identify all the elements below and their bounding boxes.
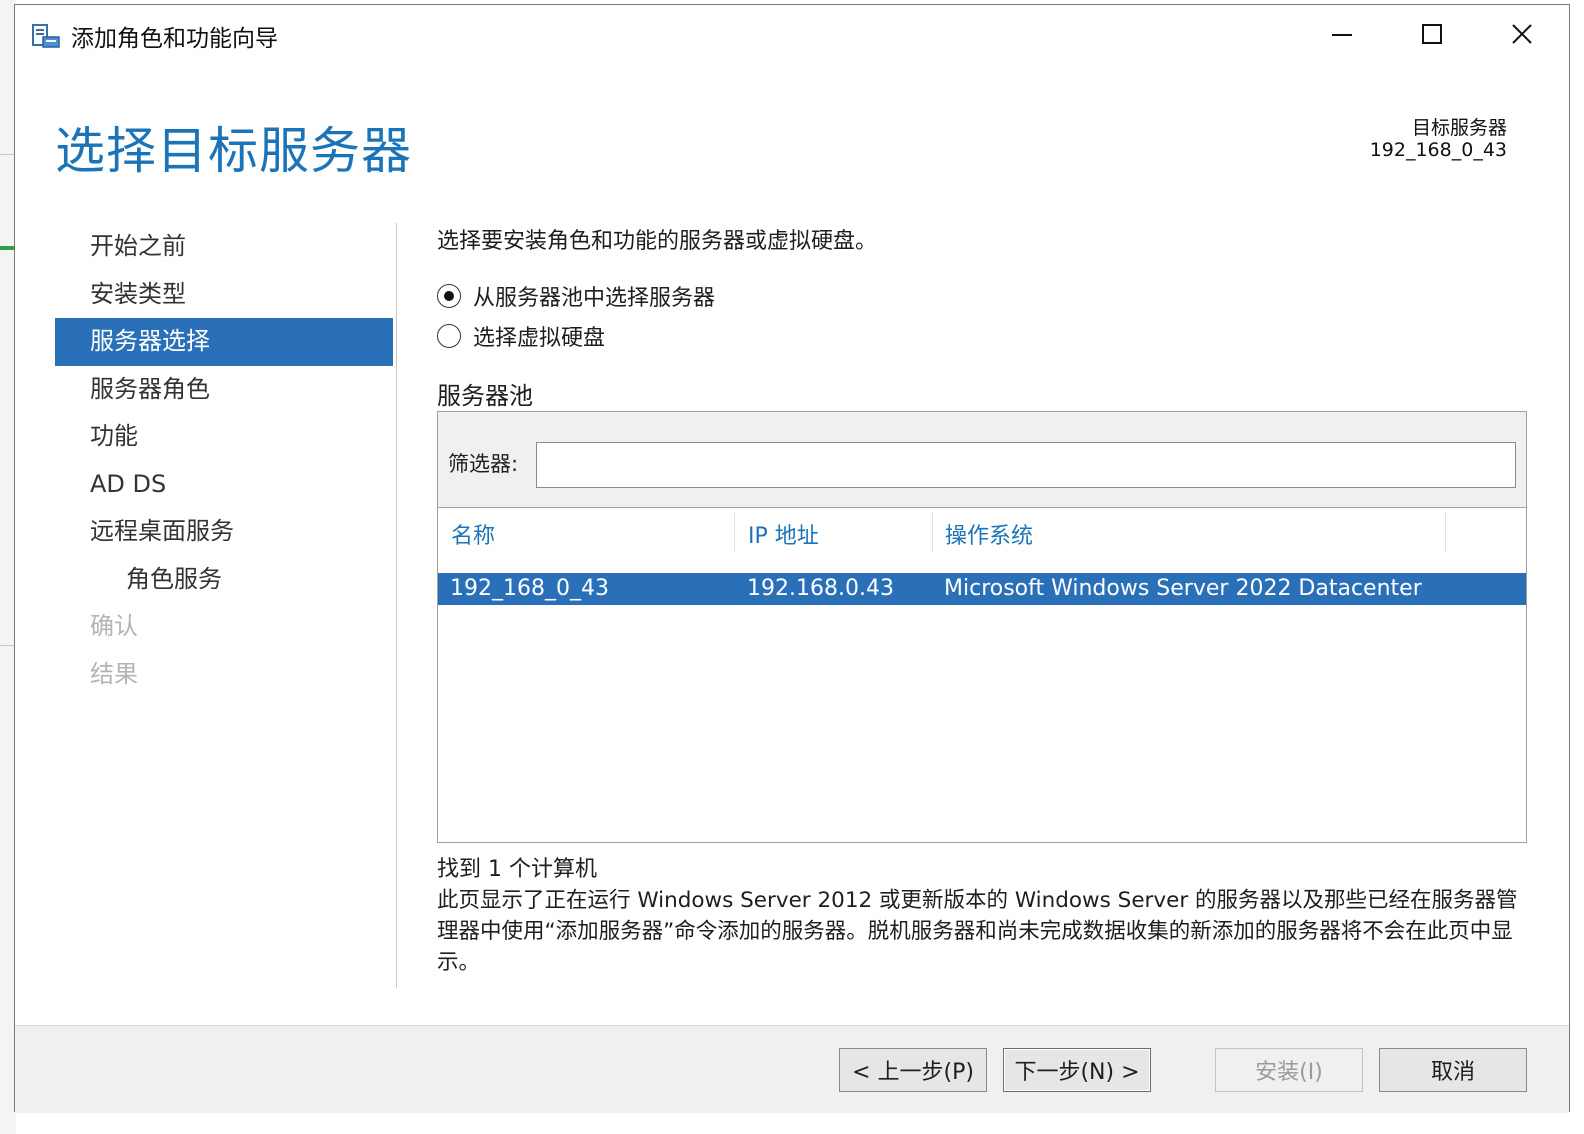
cell-ip: 192.168.0.43 bbox=[747, 576, 894, 601]
option-label: 从服务器池中选择服务器 bbox=[473, 286, 716, 311]
option-virtual-hard-disk[interactable]: 选择虚拟硬盘 bbox=[437, 320, 605, 352]
wizard-footer: < 上一步(P) 下一步(N) > 安装(I) 取消 bbox=[15, 1025, 1569, 1113]
wizard-window: 添加角色和功能向导 选择目标服务器 目标服务器 192_168_0_43 开始之… bbox=[14, 4, 1570, 1113]
table-row[interactable]: 192_168_0_43 192.168.0.43 Microsoft Wind… bbox=[438, 573, 1526, 605]
target-server-label: 目标服务器 bbox=[1411, 117, 1507, 139]
minimize-icon bbox=[1332, 34, 1352, 36]
nav-item-remote-desktop-services[interactable]: 远程桌面服务 bbox=[55, 508, 393, 556]
title-bar[interactable]: 添加角色和功能向导 bbox=[15, 5, 1569, 63]
option-label: 选择虚拟硬盘 bbox=[473, 326, 606, 351]
next-button[interactable]: 下一步(N) > bbox=[1003, 1048, 1151, 1092]
radio-button[interactable] bbox=[437, 324, 461, 348]
nav-item-features[interactable]: 功能 bbox=[55, 413, 393, 461]
column-separator[interactable] bbox=[1445, 512, 1446, 552]
install-button: 安装(I) bbox=[1215, 1048, 1363, 1092]
nav-item-server-roles[interactable]: 服务器角色 bbox=[55, 366, 393, 414]
server-pool-panel: 筛选器: 名称 IP 地址 操作系统 192_168_0_43 192.168.… bbox=[437, 411, 1527, 843]
intro-text: 选择要安装角色和功能的服务器或虚拟硬盘。 bbox=[437, 229, 878, 254]
maximize-icon bbox=[1422, 24, 1442, 44]
nav-item-ad-ds[interactable]: AD DS bbox=[55, 461, 393, 509]
background-divider bbox=[0, 645, 14, 646]
option-server-pool[interactable]: 从服务器池中选择服务器 bbox=[437, 280, 715, 312]
wizard-body: 选择目标服务器 目标服务器 192_168_0_43 开始之前 安装类型 服务器… bbox=[15, 63, 1569, 1025]
target-server-value: 192_168_0_43 bbox=[1369, 139, 1507, 161]
found-count: 找到 1 个计算机 bbox=[437, 857, 597, 882]
column-header-name[interactable]: 名称 bbox=[451, 518, 495, 550]
server-manager-icon bbox=[31, 21, 61, 49]
server-pool-label: 服务器池 bbox=[437, 382, 533, 410]
nav-item-server-selection[interactable]: 服务器选择 bbox=[55, 318, 393, 366]
column-separator[interactable] bbox=[932, 512, 933, 552]
nav-item-confirmation: 确认 bbox=[90, 612, 138, 640]
column-header-os[interactable]: 操作系统 bbox=[945, 518, 1033, 550]
description-text: 此页显示了正在运行 Windows Server 2012 或更新版本的 Win… bbox=[437, 888, 1518, 975]
background-green-bar bbox=[0, 246, 14, 250]
filter-input[interactable] bbox=[536, 442, 1516, 488]
maximize-button[interactable] bbox=[1387, 5, 1477, 63]
filter-label: 筛选器: bbox=[448, 452, 519, 476]
wizard-steps-nav: 开始之前 安装类型 服务器选择 服务器角色 功能 AD DS 远程桌面服务 角色… bbox=[55, 223, 393, 698]
column-separator[interactable] bbox=[734, 512, 735, 552]
nav-item-before-you-begin[interactable]: 开始之前 bbox=[55, 223, 393, 271]
background-divider bbox=[0, 154, 14, 155]
nav-item-installation-type[interactable]: 安装类型 bbox=[55, 271, 393, 319]
nav-divider bbox=[396, 223, 397, 988]
cell-name: 192_168_0_43 bbox=[450, 576, 609, 601]
close-icon bbox=[1512, 24, 1532, 44]
cell-os: Microsoft Windows Server 2022 Datacenter bbox=[944, 576, 1422, 601]
radio-button-selected[interactable] bbox=[437, 284, 461, 308]
filter-bar: 筛选器: bbox=[438, 412, 1526, 508]
column-header-ip[interactable]: IP 地址 bbox=[748, 518, 819, 550]
nav-item-role-services[interactable]: 角色服务 bbox=[55, 556, 393, 604]
cancel-button[interactable]: 取消 bbox=[1379, 1048, 1527, 1092]
page-title: 选择目标服务器 bbox=[55, 122, 412, 180]
nav-item-results: 结果 bbox=[90, 659, 138, 688]
previous-button[interactable]: < 上一步(P) bbox=[839, 1048, 987, 1092]
window-title: 添加角色和功能向导 bbox=[71, 26, 278, 52]
close-button[interactable] bbox=[1477, 5, 1567, 63]
minimize-button[interactable] bbox=[1297, 5, 1387, 63]
